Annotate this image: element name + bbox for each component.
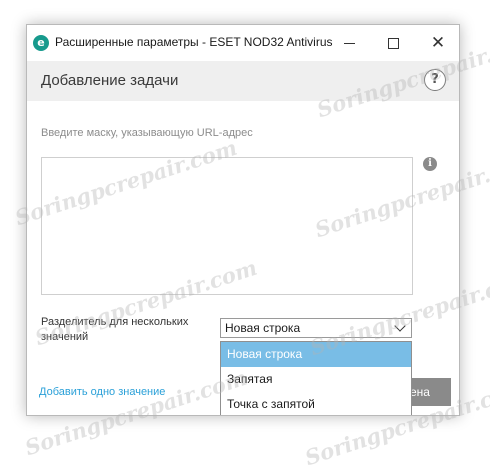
- settings-dialog: e Расширенные параметры - ESET NOD32 Ant…: [26, 24, 460, 416]
- separator-select[interactable]: Новая строка: [220, 318, 412, 338]
- separator-selected-value: Новая строка: [225, 321, 301, 335]
- maximize-icon: [387, 37, 399, 49]
- title-bar: e Расширенные параметры - ESET NOD32 Ant…: [27, 25, 459, 61]
- dropdown-option-comma[interactable]: Запятая: [221, 367, 411, 392]
- dialog-header: Добавление задачи ?: [27, 61, 459, 101]
- add-single-value-link[interactable]: Добавить одно значение: [39, 386, 165, 398]
- eset-logo-icon: e: [33, 35, 49, 51]
- url-mask-label: Введите маску, указывающую URL-адрес: [41, 127, 253, 139]
- window-title: Расширенные параметры - ESET NOD32 Antiv…: [55, 35, 333, 49]
- url-mask-input[interactable]: [41, 157, 413, 295]
- close-icon: ✕: [430, 33, 446, 53]
- dropdown-option-new-line[interactable]: Новая строка: [221, 342, 411, 367]
- page-title: Добавление задачи: [41, 72, 179, 89]
- close-button[interactable]: ✕: [424, 31, 452, 55]
- maximize-button[interactable]: [379, 31, 407, 55]
- dropdown-option-semicolon[interactable]: Точка с запятой: [221, 392, 411, 415]
- separator-dropdown-list: Новая строка Запятая Точка с запятой: [220, 341, 412, 415]
- minimize-icon: [343, 42, 355, 44]
- minimize-button[interactable]: [335, 31, 363, 55]
- info-icon[interactable]: i: [423, 157, 437, 171]
- separator-label: Разделитель для нескольких значений: [41, 316, 189, 343]
- chevron-down-icon: [394, 320, 406, 332]
- help-icon[interactable]: ?: [424, 69, 446, 91]
